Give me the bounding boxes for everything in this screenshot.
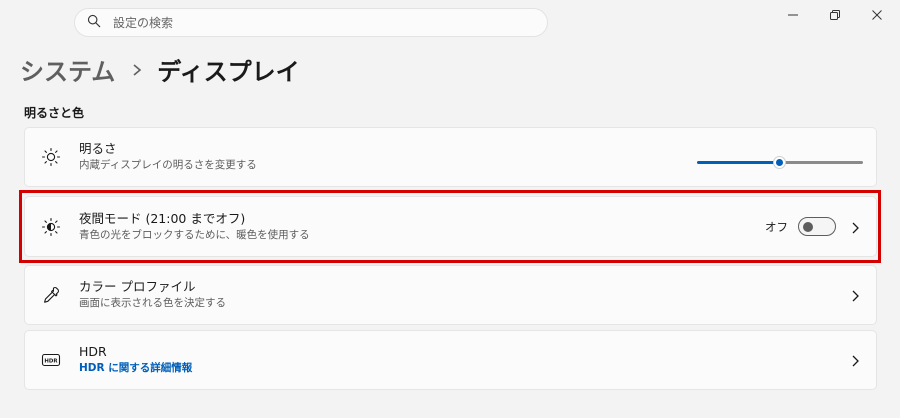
hdr-title: HDR [79, 344, 107, 359]
brightness-subtitle: 内蔵ディスプレイの明るさを変更する [79, 159, 257, 171]
brightness-icon [41, 147, 61, 167]
search-icon [87, 13, 101, 32]
restore-icon [829, 6, 841, 25]
search-input[interactable] [113, 15, 513, 30]
page-title: ディスプレイ [157, 58, 300, 86]
section-title: 明るさと色 [24, 106, 85, 120]
hdr-card[interactable]: HDR HDR HDR に関する詳細情報 [24, 330, 877, 390]
close-icon [871, 6, 883, 25]
brightness-slider[interactable] [697, 156, 863, 169]
slider-thumb[interactable] [773, 156, 786, 169]
highlight-box [19, 190, 881, 263]
slider-track [779, 161, 863, 164]
color-profile-card[interactable]: カラー プロファイル 画面に表示される色を決定する [24, 265, 877, 325]
search-box[interactable] [74, 8, 548, 37]
settings-window: システム ディスプレイ 明るさと色 明るさ 内蔵ディスプレイの明るさを変更する [0, 0, 900, 418]
hdr-icon: HDR [41, 350, 61, 370]
breadcrumb: システム ディスプレイ [20, 52, 300, 87]
minimize-icon [787, 6, 799, 25]
brightness-card: 明るさ 内蔵ディスプレイの明るさを変更する [24, 127, 877, 187]
svg-text:HDR: HDR [44, 358, 58, 364]
chevron-right-icon[interactable] [850, 353, 860, 367]
brightness-title: 明るさ [79, 141, 117, 156]
restore-button[interactable] [812, 0, 858, 30]
chevron-right-icon[interactable] [850, 288, 860, 302]
breadcrumb-parent[interactable]: システム [20, 52, 115, 87]
color-profile-title: カラー プロファイル [79, 279, 196, 294]
eyedropper-icon [41, 285, 61, 305]
color-profile-subtitle: 画面に表示される色を決定する [79, 297, 226, 309]
close-button[interactable] [854, 0, 900, 30]
slider-track-fill [697, 161, 779, 164]
minimize-button[interactable] [770, 0, 816, 30]
chevron-right-icon [131, 56, 143, 84]
hdr-info-link[interactable]: HDR に関する詳細情報 [79, 361, 192, 376]
